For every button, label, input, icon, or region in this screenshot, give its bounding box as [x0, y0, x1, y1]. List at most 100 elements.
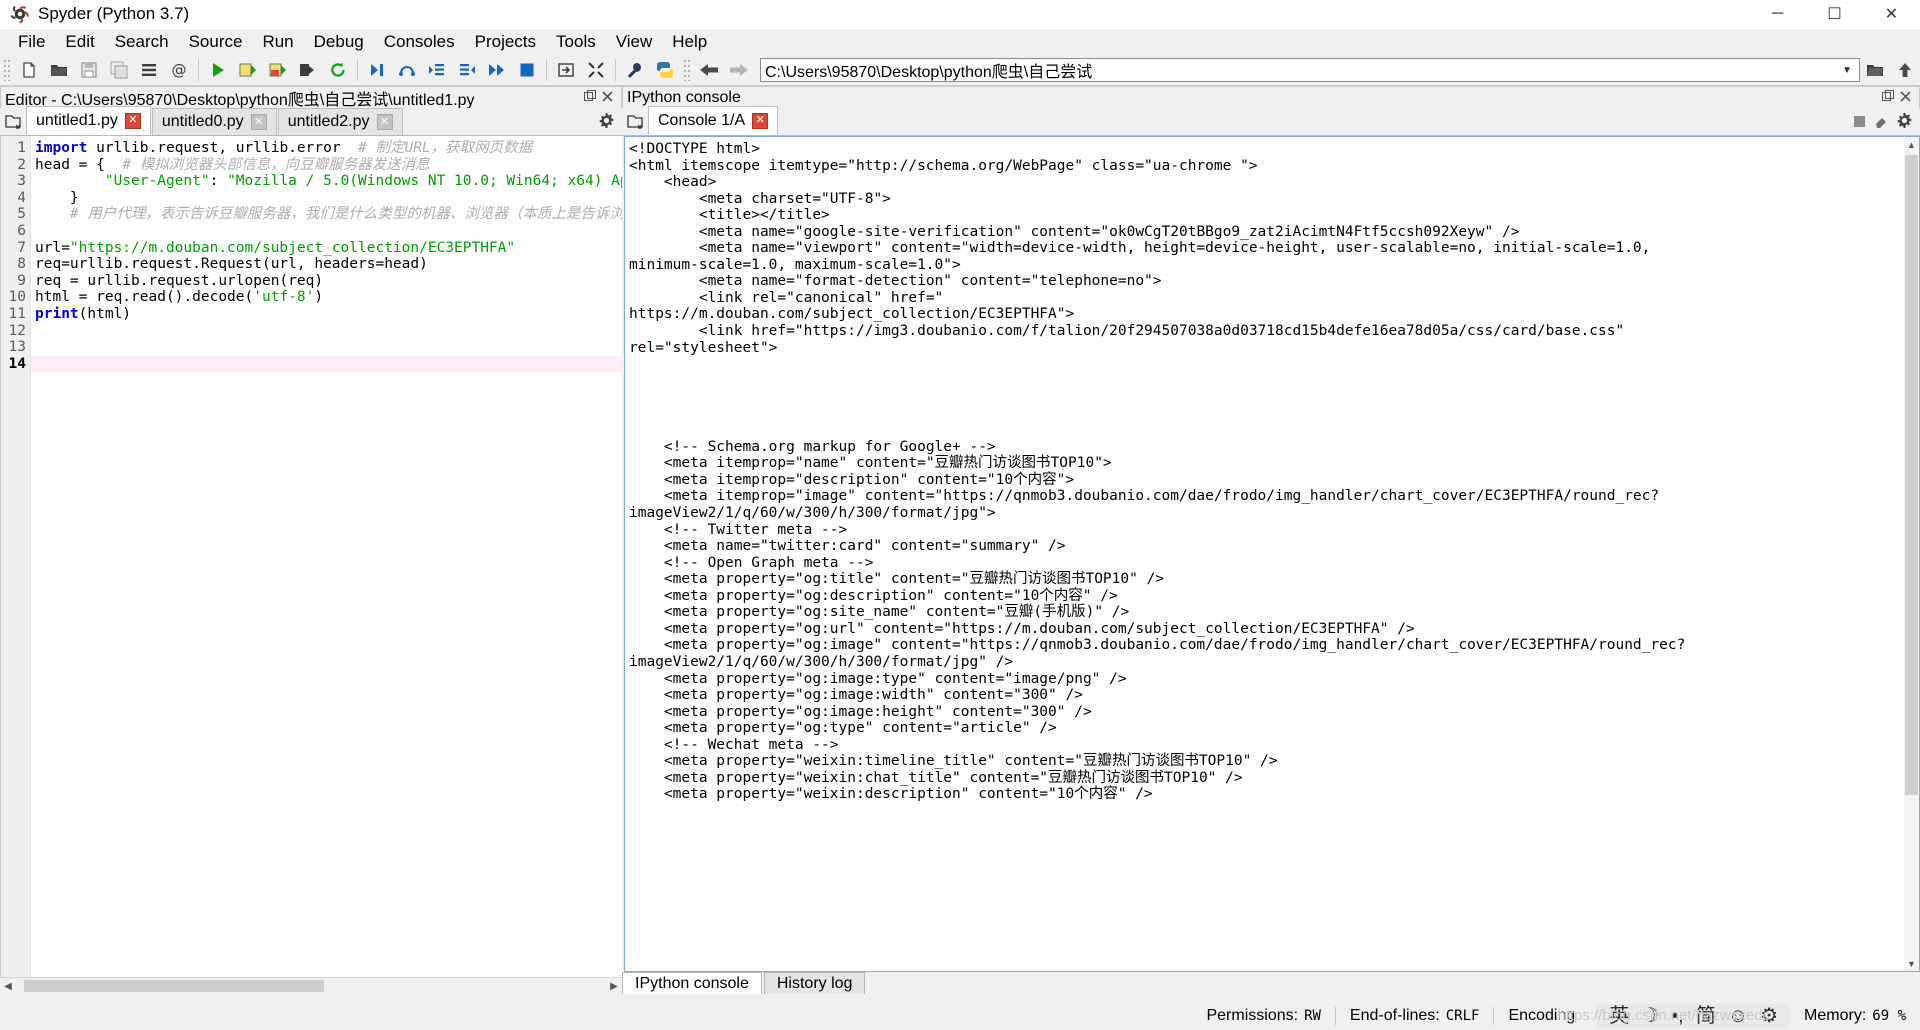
options-gear-icon[interactable] [599, 113, 614, 133]
menu-file[interactable]: File [8, 30, 55, 54]
code-text-area[interactable]: import urllib.request, urllib.error # 制定… [31, 136, 622, 977]
bottom-tab-ipython-console[interactable]: IPython console [622, 972, 762, 994]
open-file-icon[interactable] [44, 56, 74, 84]
run-cell-advance-icon[interactable] [263, 56, 293, 84]
continue-icon[interactable] [482, 56, 512, 84]
ime-settings-icon[interactable]: ⚙ [1760, 1005, 1778, 1027]
menu-source[interactable]: Source [179, 30, 253, 54]
toolbar-grip-2[interactable] [683, 59, 691, 81]
line-number-gutter: 1 2 3 4 5 6 7 8 9 10 11 12 13 14 [1, 136, 31, 977]
run-selection-icon[interactable] [293, 56, 323, 84]
open-folder-icon[interactable] [1860, 56, 1890, 84]
chevron-down-icon[interactable]: ▼ [1842, 65, 1855, 76]
minimize-button[interactable]: ─ [1749, 0, 1806, 28]
close-icon[interactable]: ✕ [124, 112, 141, 129]
menu-help[interactable]: Help [662, 30, 717, 54]
up-arrow-icon[interactable] [1890, 56, 1920, 84]
window-controls: ─ ☐ ✕ [1749, 0, 1920, 28]
pythonpath-icon[interactable] [650, 56, 680, 84]
ime-moon-icon[interactable]: ☽ [1641, 1005, 1659, 1027]
close-pane-icon[interactable] [1900, 89, 1911, 107]
menu-consoles[interactable]: Consoles [374, 30, 465, 54]
hscroll-track[interactable] [16, 979, 606, 993]
menu-search[interactable]: Search [105, 30, 179, 54]
fullscreen-icon[interactable] [581, 56, 611, 84]
code-line: } [31, 190, 622, 207]
console-output-area[interactable]: <!DOCTYPE html> <html itemscope itemtype… [624, 136, 1920, 972]
maximize-pane-icon[interactable] [551, 56, 581, 84]
at-symbol-icon[interactable]: @ [164, 56, 194, 84]
line-number: 2 [17, 156, 26, 173]
rerun-icon[interactable] [323, 56, 353, 84]
stop-debug-icon[interactable] [512, 56, 542, 84]
file-list-icon[interactable] [134, 56, 164, 84]
console-vertical-scrollbar[interactable]: ▲ ▼ [1904, 137, 1919, 971]
console-output-text: <!DOCTYPE html> <html itemscope itemtype… [629, 141, 1686, 803]
editor-tab-untitled1[interactable]: untitled1.py ✕ [26, 106, 151, 135]
close-icon[interactable]: ✕ [376, 114, 393, 130]
save-file-icon[interactable] [74, 56, 104, 84]
options-gear-icon[interactable] [1897, 113, 1912, 133]
console-tab-1[interactable]: Console 1/A ✕ [648, 106, 779, 135]
menu-bar: File Edit Search Source Run Debug Consol… [0, 29, 1920, 55]
code-token: import [35, 140, 88, 156]
bottom-tab-history-log[interactable]: History log [763, 972, 866, 994]
scroll-up-icon[interactable]: ▲ [1904, 137, 1919, 152]
ime-punctuation-icon[interactable]: •, [1671, 1005, 1684, 1027]
close-icon[interactable]: ✕ [752, 112, 769, 129]
close-button[interactable]: ✕ [1863, 0, 1920, 28]
undock-icon[interactable] [584, 89, 596, 107]
menu-edit[interactable]: Edit [55, 30, 104, 54]
new-file-icon[interactable] [14, 56, 44, 84]
menu-view[interactable]: View [606, 30, 663, 54]
code-line: req=urllib.request.Request(url, headers=… [31, 256, 622, 273]
menu-run[interactable]: Run [252, 30, 303, 54]
line-number: 3 [17, 173, 26, 190]
code-token: # 模拟浏览器头部信息，向豆瓣服务器发送消息 [122, 156, 430, 173]
preferences-icon[interactable] [620, 56, 650, 84]
editor-horizontal-scrollbar[interactable]: ◀ ▶ [0, 977, 622, 994]
forward-icon[interactable] [724, 56, 754, 84]
browse-tabs-icon[interactable] [0, 108, 26, 135]
maximize-button[interactable]: ☐ [1806, 0, 1863, 28]
save-all-icon[interactable] [104, 56, 134, 84]
undock-icon[interactable] [1882, 89, 1894, 107]
editor-pane-tools [584, 89, 617, 107]
remove-all-variables-icon[interactable] [1874, 113, 1889, 133]
scroll-right-icon[interactable]: ▶ [606, 978, 622, 994]
menu-debug[interactable]: Debug [304, 30, 374, 54]
run-cell-icon[interactable] [233, 56, 263, 84]
menu-projects[interactable]: Projects [465, 30, 546, 54]
editor-tab-untitled2[interactable]: untitled2.py ✕ [277, 108, 403, 135]
encoding-status: Encoding [1494, 1007, 1589, 1025]
close-icon[interactable]: ✕ [250, 114, 267, 130]
code-line: html = req.read().decode('utf-8') [31, 289, 622, 306]
path-bar: C:\Users\95870\Desktop\python爬虫\自己尝试 ▼ [760, 56, 1920, 84]
step-return-icon[interactable] [452, 56, 482, 84]
vscroll-thumb[interactable] [1905, 155, 1918, 795]
ime-simplified-icon[interactable]: 简 [1696, 1005, 1716, 1027]
scroll-down-icon[interactable]: ▼ [1904, 956, 1919, 971]
run-file-icon[interactable] [203, 56, 233, 84]
toolbar-grip[interactable] [3, 59, 11, 81]
editor-pane: Editor - C:\Users\95870\Desktop\python爬虫… [0, 86, 622, 994]
code-token: ) [314, 289, 324, 306]
step-over-icon[interactable] [392, 56, 422, 84]
working-directory-combobox[interactable]: C:\Users\95870\Desktop\python爬虫\自己尝试 ▼ [760, 58, 1860, 82]
code-editor[interactable]: 1 2 3 4 5 6 7 8 9 10 11 12 13 14 import … [0, 136, 622, 977]
editor-tab-untitled0[interactable]: untitled0.py ✕ [151, 108, 277, 135]
back-icon[interactable] [694, 56, 724, 84]
hscroll-thumb[interactable] [24, 980, 324, 992]
scroll-left-icon[interactable]: ◀ [0, 978, 16, 994]
ime-toolbar[interactable]: 英 ☽ •, 简 ☺ ⚙ [1597, 1004, 1791, 1028]
debug-icon[interactable] [362, 56, 392, 84]
ime-language-icon[interactable]: 英 [1609, 1005, 1629, 1027]
close-pane-icon[interactable] [602, 89, 613, 107]
menu-tools[interactable]: Tools [546, 30, 606, 54]
step-into-icon[interactable] [422, 56, 452, 84]
ime-emoji-icon[interactable]: ☺ [1728, 1005, 1748, 1027]
stop-icon[interactable] [1853, 113, 1866, 133]
browse-tabs-icon[interactable] [622, 108, 648, 135]
